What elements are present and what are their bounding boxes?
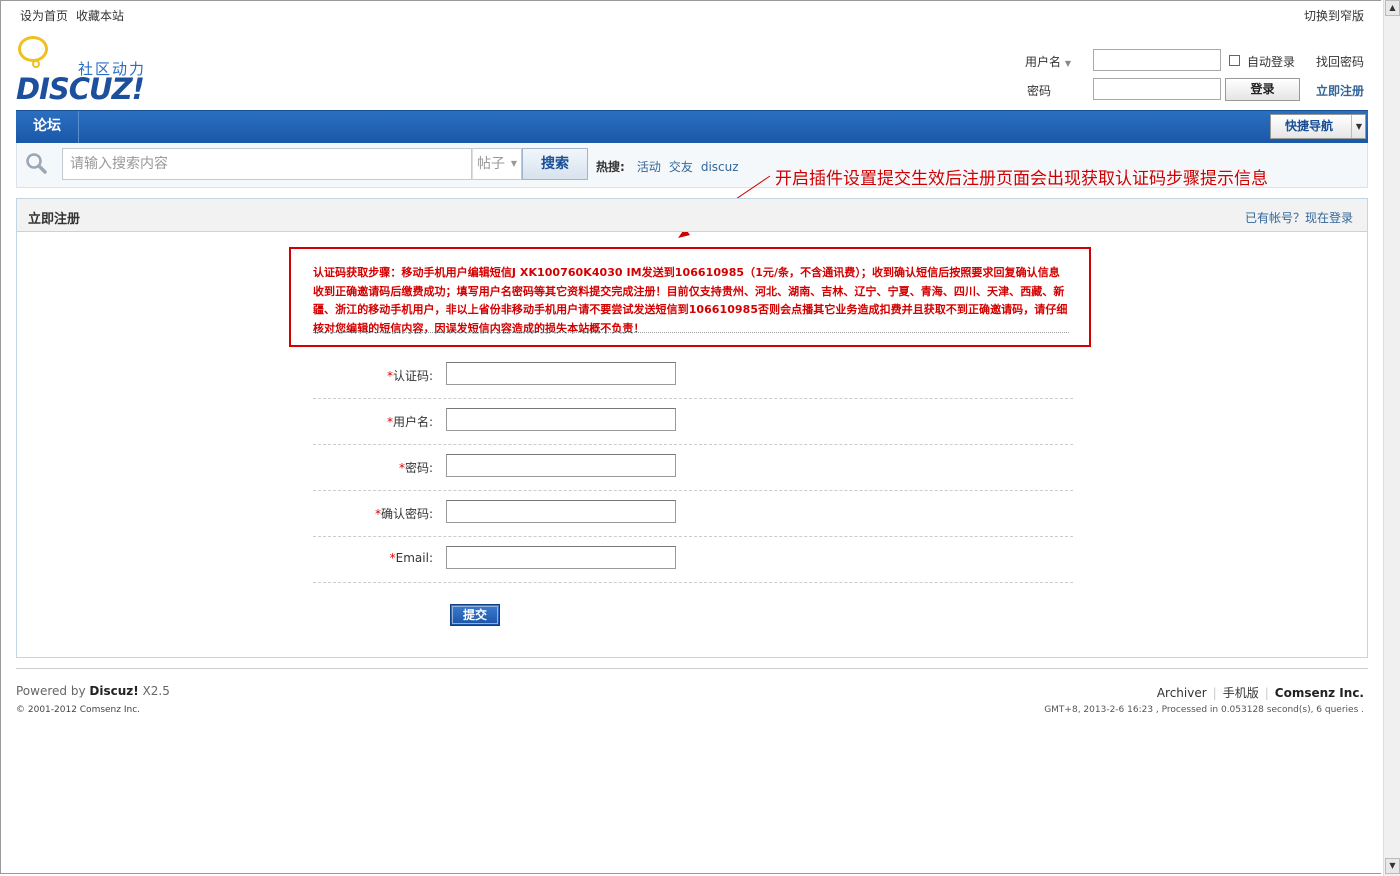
footer-links: Archiver | 手机版 | Comsenz Inc. <box>1156 686 1364 700</box>
search-input[interactable]: 请输入搜索内容 <box>62 148 472 180</box>
submit-button[interactable]: 提交 <box>450 604 500 626</box>
chevron-down-icon: ▼ <box>1064 59 1071 68</box>
username-label[interactable]: 用户名 ▼ <box>1025 53 1071 70</box>
find-password-link[interactable]: 找回密码 <box>1316 53 1364 70</box>
password-label: 密码 <box>1027 84 1052 98</box>
copyright: © 2001-2012 Comsenz Inc. <box>16 705 141 715</box>
form-row-confirm-password: *确认密码: <box>313 491 1073 537</box>
search-icon <box>26 153 47 174</box>
search-type-value: 帖子 <box>477 156 505 172</box>
username-field[interactable] <box>446 408 676 431</box>
logo-bubble-tail-icon <box>32 60 40 68</box>
switch-width-link[interactable]: 切换到窄版 <box>1304 7 1364 24</box>
footer-divider <box>16 668 1368 669</box>
notice-text: 认证码获取步骤：移动手机用户编辑短信J XK100760K4030 IM发送到1… <box>313 266 1068 335</box>
register-panel: 立即注册 已有帐号？现在登录 认证码获取步骤：移动手机用户编辑短信J XK100… <box>16 198 1368 658</box>
form-row-password: *密码: <box>313 445 1073 491</box>
scroll-down-icon[interactable]: ▼ <box>1385 858 1400 874</box>
nav-item-forum[interactable]: 论坛 <box>16 111 79 143</box>
search-button[interactable]: 搜索 <box>522 148 588 180</box>
company-link[interactable]: Comsenz Inc. <box>1275 686 1364 700</box>
chevron-down-icon: ▼ <box>1355 122 1362 131</box>
confirm-password-field[interactable] <box>446 500 676 523</box>
hot-item[interactable]: 活动 <box>637 160 661 174</box>
archiver-link[interactable]: Archiver <box>1157 686 1207 700</box>
username-field-label: *用户名: <box>386 415 433 429</box>
logo-bubble-icon <box>18 36 48 62</box>
auto-login-checkbox[interactable] <box>1229 55 1240 66</box>
chevron-down-icon: ▼ <box>510 159 517 168</box>
form-row-email: *Email: <box>313 537 1073 583</box>
username-input[interactable] <box>1093 49 1221 71</box>
email-label: *Email: <box>389 551 433 565</box>
register-link[interactable]: 立即注册 <box>1316 82 1364 99</box>
logo-brand: DISCUZ! <box>16 72 145 106</box>
quick-nav-button[interactable]: 快捷导航 ▼ <box>1270 114 1366 139</box>
form-row-verify-code: *认证码: <box>313 353 1073 399</box>
powered-by: Powered by Discuz! X2.5 <box>16 684 170 698</box>
form-row-username: *用户名: <box>313 399 1073 445</box>
quick-nav-divider <box>1351 115 1352 138</box>
confirm-password-label: *确认密码: <box>374 507 433 521</box>
site-logo[interactable]: 社区动力 DISCUZ! <box>16 36 156 106</box>
auto-login-label[interactable]: 自动登录 <box>1247 53 1295 70</box>
panel-header: 立即注册 已有帐号？现在登录 <box>17 199 1367 232</box>
password-input[interactable] <box>1093 78 1221 100</box>
top-links: 设为首页 收藏本站 <box>20 7 132 24</box>
vertical-scrollbar[interactable]: ▲ ▼ <box>1383 0 1400 876</box>
verification-notice: 认证码获取步骤：移动手机用户编辑短信J XK100760K4030 IM发送到1… <box>289 247 1091 347</box>
mobile-link[interactable]: 手机版 <box>1223 686 1259 700</box>
login-now-link[interactable]: 已有帐号？现在登录 <box>1245 209 1353 226</box>
email-field[interactable] <box>446 546 676 569</box>
scroll-up-icon[interactable]: ▲ <box>1385 0 1400 16</box>
annotation-text: 开启插件设置提交生效后注册页面会出现获取认证码步骤提示信息 <box>775 169 1268 189</box>
processed-info: GMT+8, 2013-2-6 16:23 , Processed in 0.0… <box>1044 705 1364 715</box>
password-field-label: *密码: <box>398 461 433 475</box>
notice-divider <box>313 332 1069 333</box>
search-type-select[interactable]: 帖子 ▼ <box>472 148 522 180</box>
password-field[interactable] <box>446 454 676 477</box>
page-title: 立即注册 <box>28 212 81 227</box>
verify-code-label: *认证码: <box>386 369 433 383</box>
main-nav: 论坛 快捷导航 ▼ <box>16 110 1368 143</box>
login-button[interactable]: 登录 <box>1225 78 1300 101</box>
hot-label: 热搜: <box>596 160 625 174</box>
verify-code-input[interactable] <box>446 362 676 385</box>
quick-nav-label: 快捷导航 <box>1285 119 1334 133</box>
bookmark-link[interactable]: 收藏本站 <box>76 9 124 23</box>
powered-brand-link[interactable]: Discuz! <box>89 684 138 698</box>
set-home-link[interactable]: 设为首页 <box>20 9 68 23</box>
